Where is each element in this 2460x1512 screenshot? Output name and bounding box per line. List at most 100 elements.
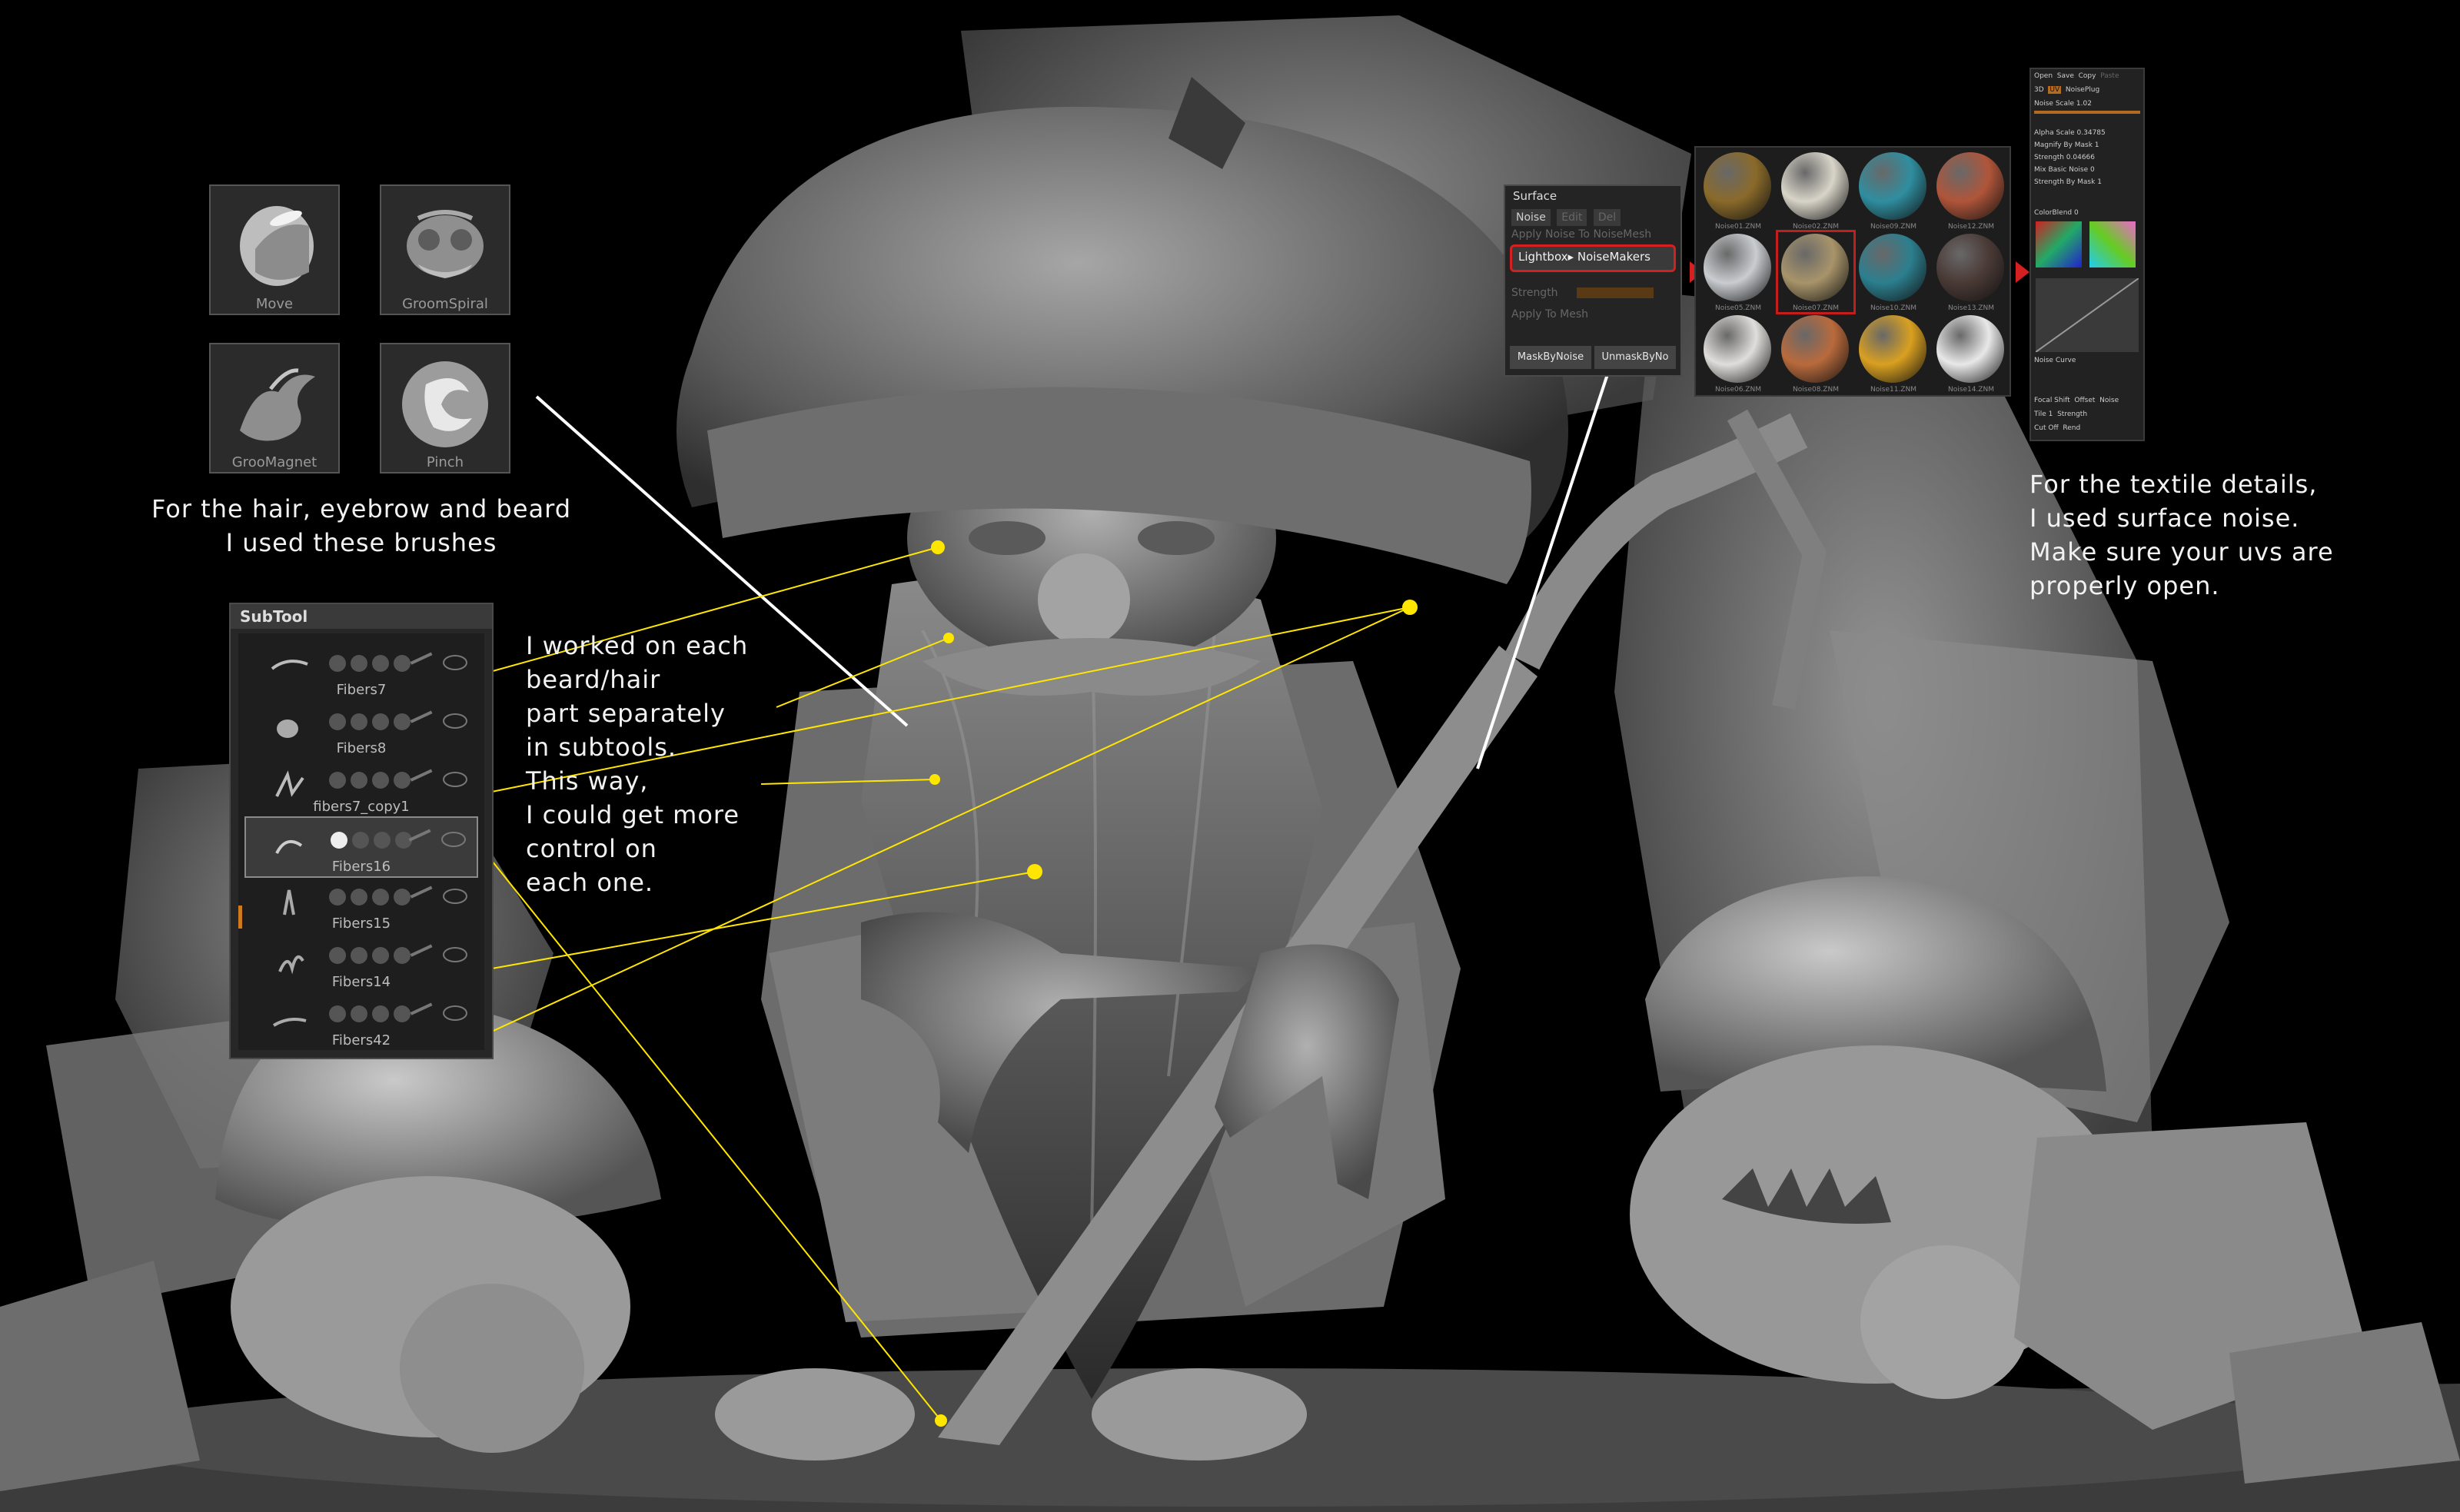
colorblend-slider[interactable]: ColorBlend 0 <box>2034 208 2140 218</box>
apply-to-mesh-button[interactable]: Apply To Mesh <box>1511 306 1674 323</box>
note-line: part separately <box>526 699 726 728</box>
note-line: control on <box>526 834 657 863</box>
visibility-eye-icon[interactable] <box>443 713 467 729</box>
fiber-thumbnail-icon <box>271 660 308 670</box>
noise-curve-graph[interactable] <box>2036 278 2139 352</box>
note-line: I worked on each <box>526 631 749 660</box>
strength-slider[interactable]: Strength 0.04666 <box>2034 152 2140 163</box>
strength-slider[interactable]: Strength <box>1511 284 1674 301</box>
focal-shift-slider[interactable]: Focal Shift <box>2034 397 2070 404</box>
noise-thumbnail[interactable]: Noise13.ZNM <box>1933 232 2009 312</box>
noise-thumbnail-label: Noise06.ZNM <box>1715 386 1761 394</box>
noise-sphere-icon <box>1781 315 1849 383</box>
tile-slider[interactable]: Tile 1 <box>2034 410 2053 418</box>
textile-note: For the textile details, I used surface … <box>2030 467 2429 603</box>
noise-thumbnail[interactable]: Noise01.ZNM <box>1700 151 1776 231</box>
save-button[interactable]: Save <box>2057 72 2074 80</box>
noise-button-row: Noise Edit Del <box>1511 209 1674 226</box>
cutoff-button[interactable]: Cut Off <box>2034 424 2059 432</box>
noise-thumbnail[interactable]: Noise05.ZNM <box>1700 232 1776 312</box>
rend-button[interactable]: Rend <box>2063 424 2080 432</box>
surface-panel-title: Surface <box>1513 189 1557 203</box>
lightbox-noisemakers-button[interactable]: Lightbox▸ NoiseMakers <box>1510 244 1676 272</box>
noise-thumbnail[interactable]: Noise02.ZNM <box>1778 151 1853 231</box>
del-button[interactable]: Del <box>1593 209 1621 226</box>
strength-slider[interactable]: Strength <box>2057 410 2087 418</box>
pinch-brush-thumbnail[interactable]: Pinch <box>380 343 510 474</box>
subtool-item-fibers7[interactable]: Fibers7 <box>244 641 478 700</box>
mode-3d-button[interactable]: 3D <box>2034 86 2044 94</box>
magnify-by-mask-slider[interactable]: Magnify By Mask 1 <box>2034 140 2140 151</box>
noise-sphere-icon <box>1859 234 1926 301</box>
edit-button[interactable]: Edit <box>1557 209 1587 226</box>
mode-uv-button[interactable]: UV <box>2048 86 2062 94</box>
paste-button[interactable]: Paste <box>2100 72 2119 80</box>
subtool-item-fibers15[interactable]: Fibers15 <box>244 875 478 933</box>
visibility-eye-icon[interactable] <box>443 947 467 962</box>
subtool-name: Fibers42 <box>331 1032 391 1048</box>
noise-thumbnail-label: Noise11.ZNM <box>1870 386 1916 394</box>
noise-thumbnail[interactable]: Noise10.ZNM <box>1856 232 1931 312</box>
subtools-note: I worked on each beard/hair part separat… <box>526 629 833 899</box>
fiber-thumbnail-icon <box>272 1018 307 1027</box>
mix-basic-noise-slider[interactable]: Mix Basic Noise 0 <box>2034 164 2140 175</box>
noise-sphere-icon <box>1859 152 1926 220</box>
noise-thumbnail-label: Noise12.ZNM <box>1948 223 1994 231</box>
noise-sphere-icon <box>1936 234 2004 301</box>
subtool-toggles[interactable] <box>329 889 415 909</box>
noise-scale-slider[interactable]: Noise Scale 1.02 <box>2034 98 2140 109</box>
noise-slider[interactable]: Noise <box>2099 397 2119 404</box>
groommagnet-brush-icon <box>240 368 315 441</box>
note-line: I used surface noise. <box>2030 503 2300 533</box>
noise-thumbnail[interactable]: Noise07.ZNM <box>1776 230 1856 314</box>
brush-label: GrooMagnet <box>231 454 317 470</box>
subtool-toggles[interactable] <box>329 655 415 675</box>
subtool-item-fibers8[interactable]: Fibers8 <box>244 700 478 758</box>
open-button[interactable]: Open <box>2034 72 2053 80</box>
visibility-eye-icon[interactable] <box>441 832 466 847</box>
move-brush-thumbnail[interactable]: Move <box>209 184 340 315</box>
copy-button[interactable]: Copy <box>2079 72 2096 80</box>
mask-by-noise-button[interactable]: MaskByNoise <box>1510 346 1591 369</box>
noise-thumbnail[interactable]: Noise06.ZNM <box>1700 314 1776 394</box>
subtool-item-fibers16[interactable]: Fibers16 <box>244 816 478 878</box>
subtool-item-fibers14[interactable]: Fibers14 <box>244 933 478 992</box>
subtool-toggles[interactable] <box>329 1005 415 1025</box>
groomspiral-brush-thumbnail[interactable]: GroomSpiral <box>380 184 510 315</box>
subtool-item-fibers42[interactable]: Fibers42 <box>244 992 478 1050</box>
noise-thumbnail[interactable]: Noise08.ZNM <box>1778 314 1853 394</box>
alpha-scale-slider[interactable]: Alpha Scale 0.34785 <box>2034 128 2140 138</box>
apply-noise-to-noisemesh-button[interactable]: Apply Noise To NoiseMesh <box>1511 226 1674 243</box>
visibility-eye-icon[interactable] <box>443 1005 467 1021</box>
subtool-toggles[interactable] <box>331 832 417 852</box>
groomspiral-brush-icon <box>407 210 484 278</box>
noise-lightbox-grid: Noise01.ZNM Noise02.ZNM Noise09.ZNM Noise12… <box>1694 146 2011 397</box>
noise-curve-label: Noise Curve <box>2034 357 2076 364</box>
subtool-toggles[interactable] <box>329 772 415 792</box>
subtool-toggles[interactable] <box>329 947 415 967</box>
brush-label: GroomSpiral <box>402 296 488 312</box>
noise-thumbnail[interactable]: Noise12.ZNM <box>1933 151 2009 231</box>
noisemaker-panel: Open Save Copy Paste 3D UV NoisePlug Noi… <box>2030 68 2145 441</box>
scrollbar-indicator[interactable] <box>238 906 242 929</box>
visibility-eye-icon[interactable] <box>443 655 467 670</box>
noise-thumbnail-label: Noise13.ZNM <box>1948 304 1994 312</box>
subtool-name: Fibers16 <box>331 859 391 875</box>
visibility-eye-icon[interactable] <box>443 889 467 904</box>
subtool-name: Fibers7 <box>336 682 387 698</box>
noise-thumbnail[interactable]: Noise11.ZNM <box>1856 314 1931 394</box>
noiseplug-button[interactable]: NoisePlug <box>2066 86 2099 94</box>
strength-by-mask-slider[interactable]: Strength By Mask 1 <box>2034 177 2140 188</box>
noise-thumbnail-label: Noise02.ZNM <box>1793 223 1839 231</box>
unmask-by-noise-button[interactable]: UnmaskByNo <box>1594 346 1676 369</box>
noise-button[interactable]: Noise <box>1511 209 1551 226</box>
subtool-panel-title: SubTool <box>231 604 492 629</box>
offset-slider[interactable]: Offset <box>2074 397 2095 404</box>
noise-thumbnail[interactable]: Noise14.ZNM <box>1933 314 2009 394</box>
groommagnet-brush-thumbnail[interactable]: GrooMagnet <box>209 343 340 474</box>
subtool-item-fibers7-copy1[interactable]: fibers7_copy1 <box>244 758 478 816</box>
noise-thumbnail[interactable]: Noise09.ZNM <box>1856 151 1931 231</box>
subtool-toggles[interactable] <box>329 713 415 733</box>
fiber-thumbnail-icon <box>275 839 303 854</box>
visibility-eye-icon[interactable] <box>443 772 467 787</box>
